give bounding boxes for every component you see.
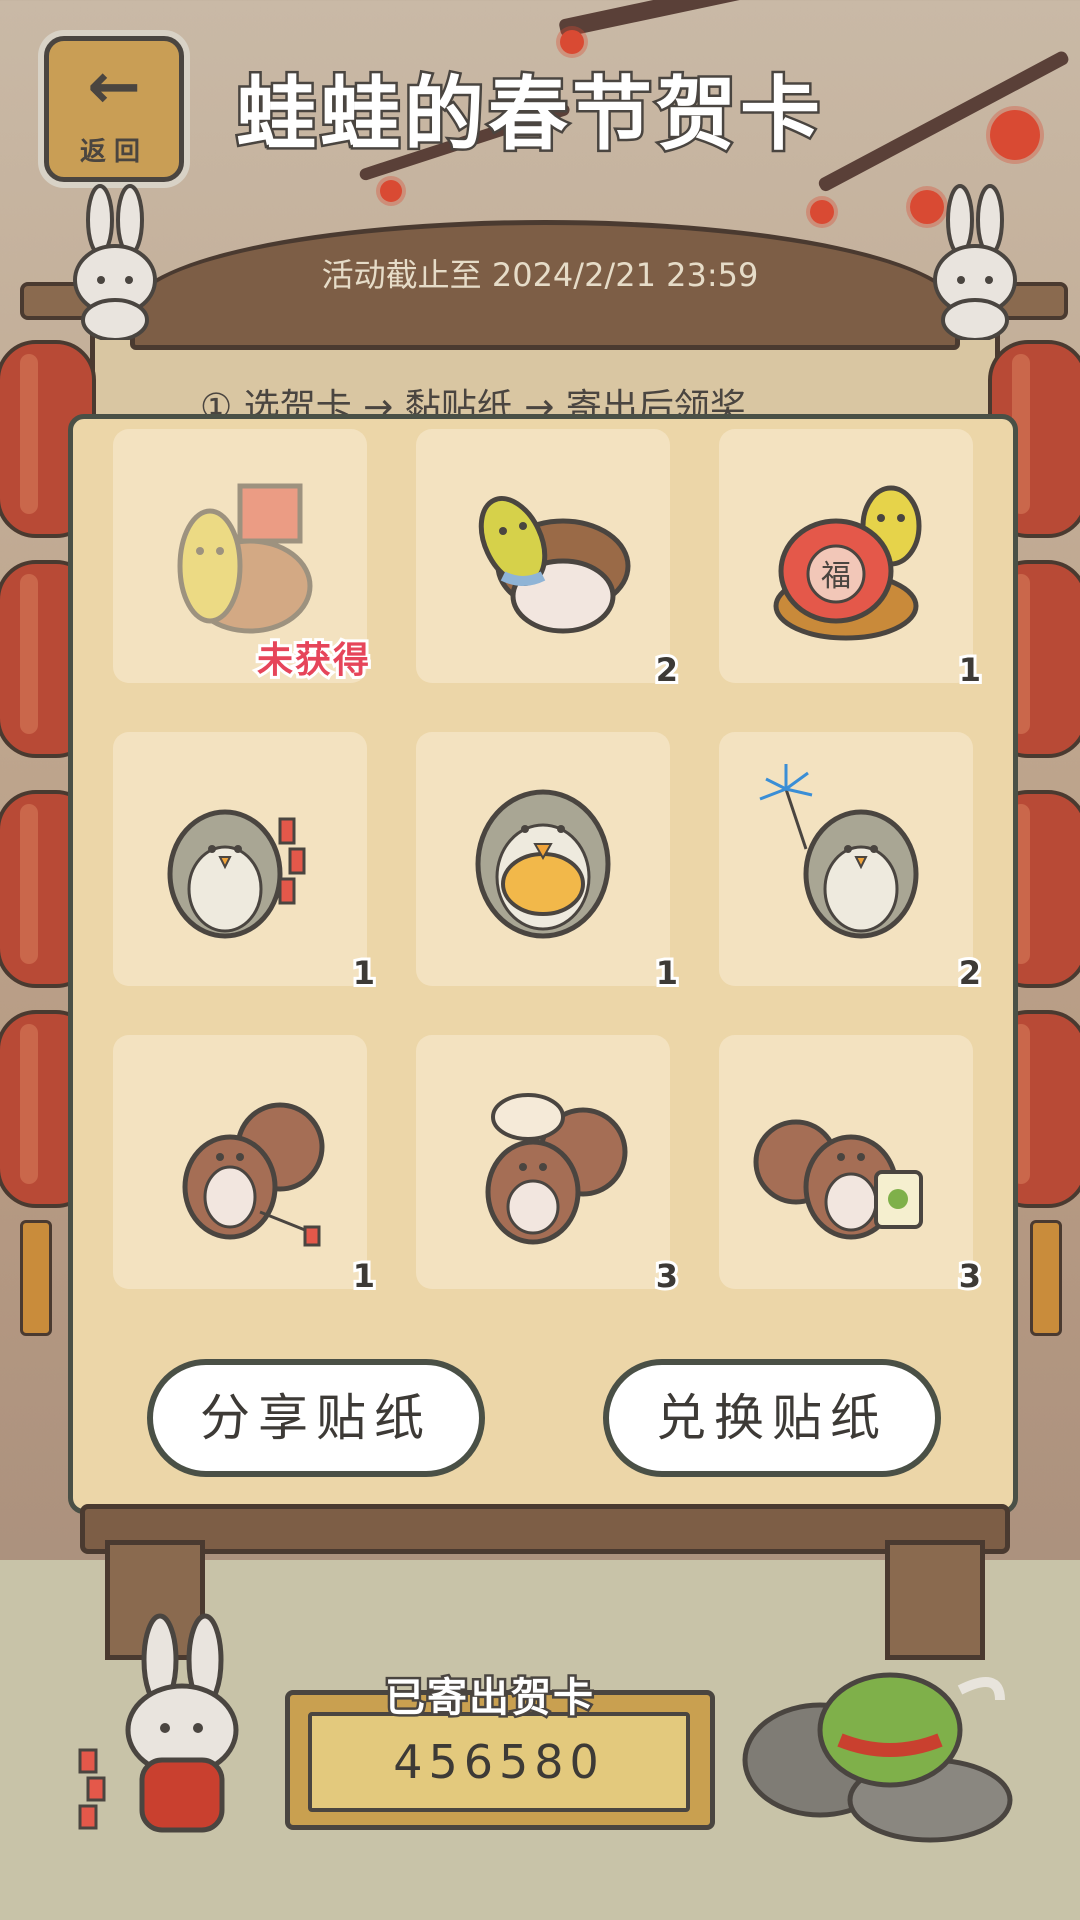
back-button[interactable]: ← 返回 bbox=[44, 36, 184, 182]
sticker-count: 1 bbox=[350, 951, 378, 995]
not-obtained-label: 未获得 bbox=[254, 637, 372, 684]
tassel-icon bbox=[20, 1220, 52, 1336]
owl-sparkler-icon bbox=[759, 764, 919, 939]
bunny-left-icon bbox=[73, 184, 157, 340]
squirrel-firecracker-icon bbox=[182, 1102, 325, 1247]
blossom-icon bbox=[990, 110, 1040, 160]
back-button-label: 返回 bbox=[79, 137, 148, 167]
sticker-count: 1 bbox=[653, 951, 681, 995]
sticker-card[interactable]: 未获得 bbox=[113, 429, 372, 684]
deadline-text: 活动截止至 2024/2/21 23:59 bbox=[321, 256, 759, 294]
svg-text:福: 福 bbox=[821, 559, 851, 594]
sent-cards-label: 已寄出贺卡 bbox=[383, 1673, 596, 1724]
steps-text: ① 选贺卡 → 黏贴纸 → 寄出后领奖 bbox=[200, 387, 746, 418]
sticker-count: 2 bbox=[653, 648, 681, 692]
sticker-card[interactable]: 2 bbox=[719, 732, 984, 995]
board-leg bbox=[885, 1540, 985, 1660]
frog-mascot-icon bbox=[742, 1672, 1013, 1843]
frog-fortune-bag-icon: 福 bbox=[773, 485, 922, 641]
owl-holding-duck-icon bbox=[475, 789, 611, 939]
exchange-stickers-button[interactable]: 兑换贴纸 bbox=[603, 1359, 941, 1477]
owl-firecrackers-icon bbox=[167, 809, 306, 939]
sticker-count: 3 bbox=[956, 1254, 984, 1298]
branch-decoration bbox=[558, 0, 1071, 38]
sticker-card[interactable]: 3 bbox=[719, 1035, 984, 1298]
sticker-card[interactable]: 福 1 bbox=[719, 429, 984, 692]
sent-cards-count: 456580 bbox=[308, 1712, 690, 1812]
sticker-card[interactable]: 1 bbox=[416, 732, 681, 995]
page-title: 蛙蛙的春节贺卡 bbox=[234, 66, 824, 164]
sticker-panel: 未获得 2 福 1 1 1 2 1 3 3 分享贴纸 兑换贴纸 bbox=[68, 414, 1018, 1514]
squirrel-clover-bag-icon bbox=[753, 1119, 923, 1240]
sticker-card[interactable]: 3 bbox=[416, 1035, 681, 1298]
blossom-icon bbox=[810, 200, 834, 224]
sticker-count: 1 bbox=[350, 1254, 378, 1298]
bunny-mascot-icon bbox=[78, 1613, 239, 1833]
sticker-count: 3 bbox=[653, 1254, 681, 1298]
blossom-icon bbox=[380, 180, 402, 202]
board-footer bbox=[80, 1504, 1010, 1554]
share-stickers-button[interactable]: 分享贴纸 bbox=[147, 1359, 485, 1477]
sticker-count: 1 bbox=[956, 648, 984, 692]
tassel-icon bbox=[1030, 1220, 1062, 1336]
bunny-right-icon bbox=[933, 184, 1017, 340]
frog-turtle-sleeping-icon bbox=[478, 496, 631, 634]
sticker-card[interactable]: 2 bbox=[416, 429, 681, 692]
squirrel-dumpling-hat-icon bbox=[485, 1093, 628, 1245]
sticker-card[interactable]: 1 bbox=[113, 732, 378, 995]
arrow-left-icon: ← bbox=[87, 50, 141, 124]
sticker-count: 2 bbox=[956, 951, 984, 995]
frog-turtle-envelopes-icon bbox=[177, 483, 313, 634]
sticker-card[interactable]: 1 bbox=[113, 1035, 378, 1298]
